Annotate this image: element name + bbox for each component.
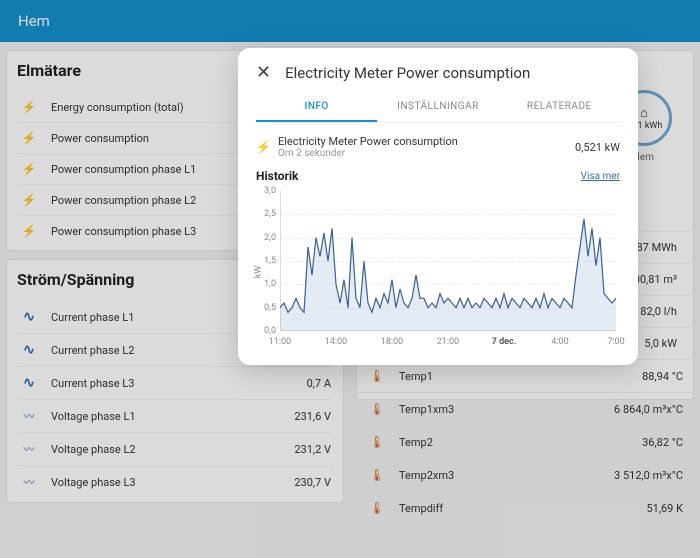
modal-tabs: INFO INSTÄLLNINGAR RELATERADE <box>256 93 620 123</box>
modal-header: ✕ Electricity Meter Power consumption <box>256 62 620 83</box>
close-icon[interactable]: ✕ <box>256 62 271 83</box>
tab-related[interactable]: RELATERADE <box>499 93 620 122</box>
entity-modal: ✕ Electricity Meter Power consumption IN… <box>238 48 638 365</box>
history-header: Historik Visa mer <box>256 169 620 183</box>
entity-name: Electricity Meter Power consumption <box>278 135 575 148</box>
entity-sub: Om 2 sekunder <box>278 148 575 159</box>
tab-settings[interactable]: INSTÄLLNINGAR <box>377 93 498 122</box>
entity-value: 0,521 kW <box>575 141 620 154</box>
chart-ylabel: kW <box>253 266 263 279</box>
tab-info[interactable]: INFO <box>256 93 377 122</box>
modal-title: Electricity Meter Power consumption <box>285 64 530 82</box>
entity-row: Electricity Meter Power consumption Om 2… <box>256 135 620 159</box>
chart-line <box>280 191 616 331</box>
bolt-icon <box>256 140 278 155</box>
history-title: Historik <box>256 169 298 183</box>
history-more-link[interactable]: Visa mer <box>581 171 620 182</box>
history-chart[interactable]: kW 0,00,51,01,52,02,53,0 11:0014:0018:00… <box>256 187 620 347</box>
entity-text: Electricity Meter Power consumption Om 2… <box>278 135 575 159</box>
